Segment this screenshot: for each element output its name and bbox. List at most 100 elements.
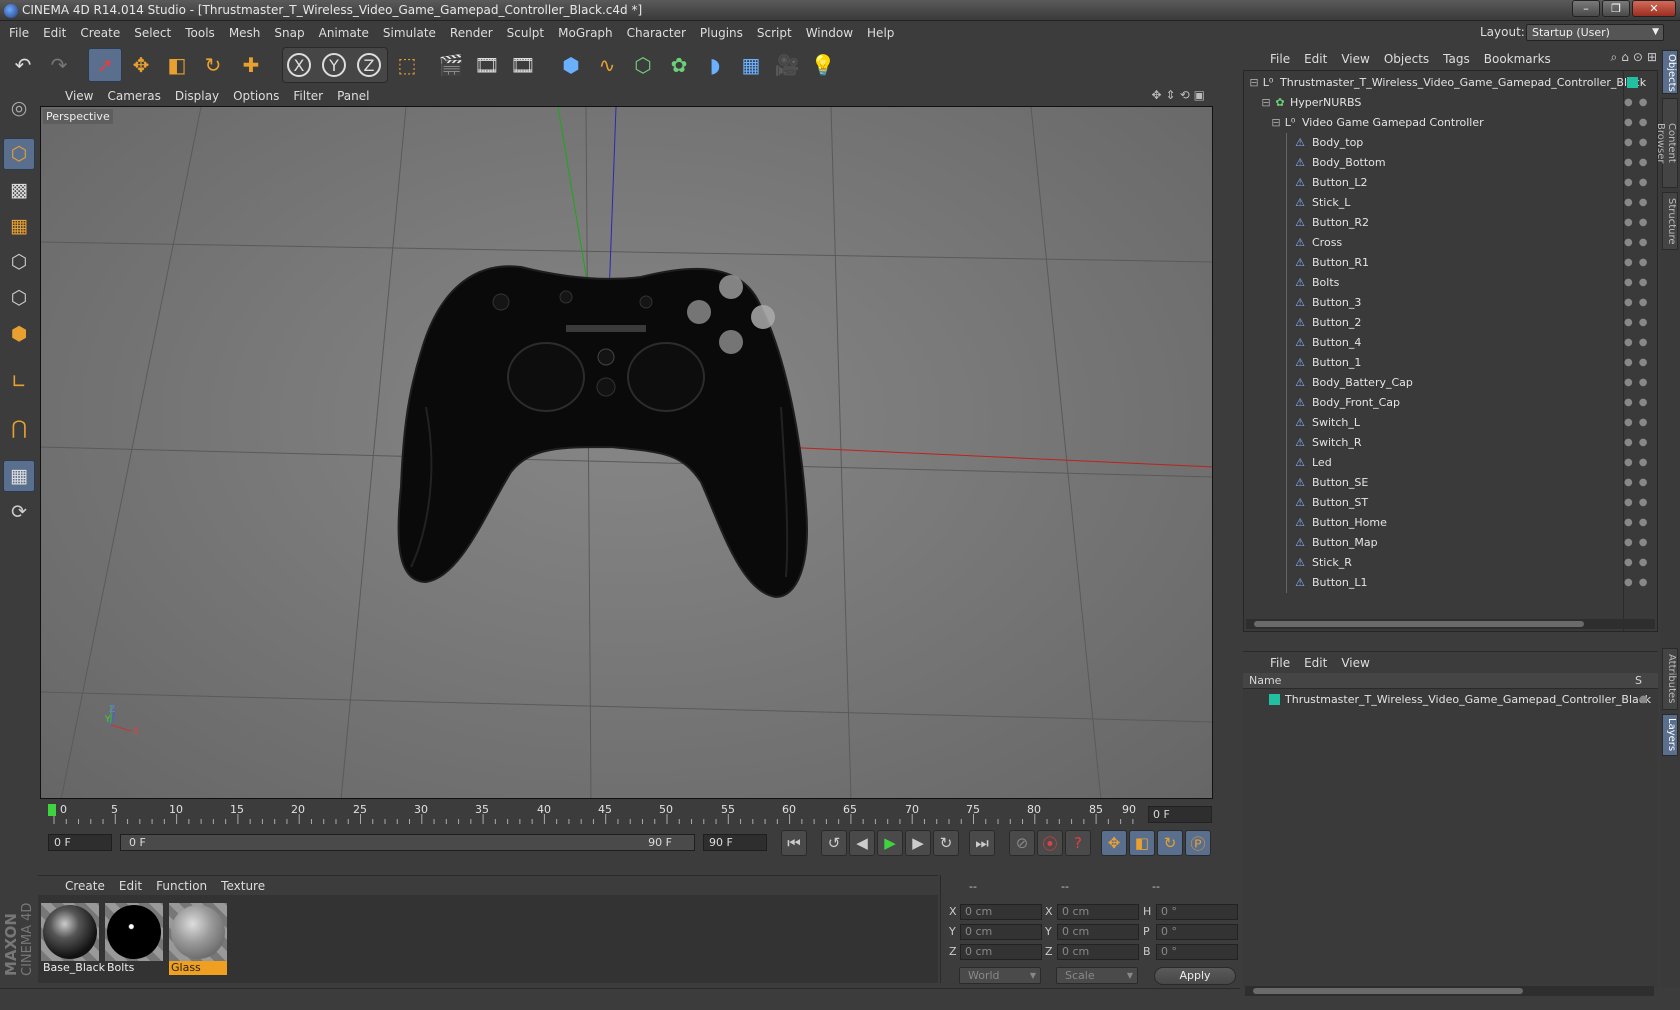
search-icon[interactable]: ⌕⌂⊙⊞ — [1611, 50, 1661, 65]
undo-icon[interactable]: ↶ — [6, 48, 40, 82]
end-frame-field[interactable]: 90 F — [703, 834, 767, 851]
apply-button[interactable]: Apply — [1154, 967, 1236, 985]
visibility-dots[interactable]: ●● — [1624, 173, 1653, 193]
coordinate-space-dropdown[interactable]: World ▼ — [959, 967, 1041, 984]
next-key-icon[interactable]: ↻ — [933, 830, 959, 856]
visibility-dots[interactable]: ●● — [1624, 573, 1653, 593]
visibility-dots[interactable]: ●● — [1624, 213, 1653, 233]
go-to-start-icon[interactable]: ⏮ — [781, 830, 807, 856]
visibility-dots[interactable]: ●● — [1624, 273, 1653, 293]
menu-sculpt[interactable]: Sculpt — [500, 22, 551, 44]
visibility-dots[interactable]: ●● — [1624, 133, 1653, 153]
y-axis-button[interactable]: Y — [317, 48, 351, 82]
tab-structure[interactable]: Structure — [1662, 192, 1678, 250]
visibility-dots[interactable]: ●● — [1624, 313, 1653, 333]
edges-mode-icon[interactable]: ⬡ — [3, 282, 35, 314]
scrollbar-thumb[interactable] — [1254, 621, 1584, 627]
go-to-end-icon[interactable]: ⏭ — [969, 830, 995, 856]
tree-row-object[interactable]: ⚠ Led ●● — [1244, 453, 1657, 473]
tree-row-object[interactable]: ⚠ Button_Map ●● — [1244, 533, 1657, 553]
collapse-icon[interactable]: ⊟ — [1248, 77, 1260, 89]
tree-row-object[interactable]: ⚠ Button_1 ●● — [1244, 353, 1657, 373]
objects-menu-objects[interactable]: Objects — [1377, 48, 1436, 70]
menu-edit[interactable]: Edit — [36, 22, 73, 44]
visibility-dots[interactable]: ●● — [1624, 453, 1653, 473]
viewport-menu-view[interactable]: View — [58, 86, 100, 106]
render-settings-icon[interactable]: 🎞 — [506, 48, 540, 82]
tree-row-object[interactable]: ⚠ Button_R2 ●● — [1244, 213, 1657, 233]
position-x-field[interactable]: 0 cm — [960, 904, 1042, 920]
z-axis-button[interactable]: Z — [352, 48, 386, 82]
menu-script[interactable]: Script — [750, 22, 799, 44]
menu-mograph[interactable]: MoGraph — [551, 22, 620, 44]
visibility-dots[interactable]: ●● — [1624, 253, 1653, 273]
close-button[interactable]: ✕ — [1632, 0, 1676, 17]
tab-content-browser[interactable]: Content Browser — [1655, 98, 1678, 188]
maximize-button[interactable]: ❐ — [1602, 0, 1630, 17]
render-picture-viewer-icon[interactable]: 🎞 — [470, 48, 504, 82]
size-mode-dropdown[interactable]: Scale ▼ — [1056, 967, 1138, 984]
scrollbar-thumb[interactable] — [1253, 988, 1523, 994]
key-parameter-icon[interactable]: Ⓟ — [1185, 830, 1211, 856]
layers-menu-view[interactable]: View — [1334, 652, 1376, 674]
viewport-menu-display[interactable]: Display — [168, 86, 226, 106]
layer-solo-dot[interactable]: ● — [1639, 690, 1648, 710]
start-frame-field[interactable]: 0 F — [48, 834, 112, 851]
visibility-dots[interactable]: ●● — [1624, 413, 1653, 433]
visibility-dots[interactable]: ●● — [1624, 473, 1653, 493]
points-mode-icon[interactable]: ⬡ — [3, 246, 35, 278]
visibility-dots[interactable]: ●● — [1624, 193, 1653, 213]
visibility-dots[interactable]: ●● — [1624, 333, 1653, 353]
objects-menu-edit[interactable]: Edit — [1297, 48, 1334, 70]
tree-row-object[interactable]: ⚠ Button_SE ●● — [1244, 473, 1657, 493]
visibility-dots[interactable]: ●● — [1624, 93, 1653, 113]
key-rotation-icon[interactable]: ↻ — [1157, 830, 1183, 856]
tree-row-object[interactable]: ⚠ Button_2 ●● — [1244, 313, 1657, 333]
menu-plugins[interactable]: Plugins — [693, 22, 750, 44]
collapse-icon[interactable]: ⊟ — [1270, 117, 1282, 129]
tree-row-object[interactable]: ⚠ Bolts ●● — [1244, 273, 1657, 293]
menu-help[interactable]: Help — [860, 22, 901, 44]
visibility-dots[interactable]: ●● — [1624, 153, 1653, 173]
tree-row-object[interactable]: ⚠ Button_4 ●● — [1244, 333, 1657, 353]
scale-icon[interactable]: ◧ — [160, 48, 194, 82]
coordinate-system-icon[interactable]: ⬚ — [390, 48, 424, 82]
rotate-icon[interactable]: ↻ — [196, 48, 230, 82]
live-selection-icon[interactable]: ➚ — [88, 48, 122, 82]
tree-row-object[interactable]: ⚠ Body_Battery_Cap ●● — [1244, 373, 1657, 393]
array-icon[interactable]: ✿ — [662, 48, 696, 82]
play-icon[interactable]: ▶ — [877, 830, 903, 856]
viewport-nav-icons[interactable]: ✥⇕⟲▣ — [1151, 88, 1209, 102]
material-base-black[interactable]: Base_Black — [41, 903, 105, 977]
workplane-lock-icon[interactable]: ▦ — [3, 460, 35, 492]
previous-frame-icon[interactable]: ◀ — [849, 830, 875, 856]
visibility-dots[interactable]: ●● — [1624, 113, 1653, 133]
spline-pen-icon[interactable]: ∿ — [590, 48, 624, 82]
keyframe-selection-icon[interactable]: ? — [1065, 830, 1091, 856]
move-icon[interactable]: ✥ — [124, 48, 158, 82]
axis-mode-icon[interactable]: ∟ — [3, 366, 35, 398]
visibility-dots[interactable]: ●● — [1624, 373, 1653, 393]
gamepad-model[interactable] — [397, 265, 808, 599]
size-y-field[interactable]: 0 cm — [1057, 924, 1139, 940]
tree-row-group[interactable]: ⊟ L⁰ Video Game Gamepad Controller ●● — [1244, 113, 1657, 133]
cube-object-icon[interactable]: ⬢ — [554, 48, 588, 82]
render-view-icon[interactable]: 🎬 — [434, 48, 468, 82]
objects-menu-file[interactable]: File — [1263, 48, 1297, 70]
objects-menu-view[interactable]: View — [1334, 48, 1376, 70]
tree-row-object[interactable]: ⚠ Cross ●● — [1244, 233, 1657, 253]
texture-mode-icon[interactable]: ▩ — [3, 174, 35, 206]
visibility-dots[interactable]: ●● — [1624, 553, 1653, 573]
tree-row-object[interactable]: ⚠ Button_R1 ●● — [1244, 253, 1657, 273]
position-y-field[interactable]: 0 cm — [960, 924, 1042, 940]
nurbs-icon[interactable]: ⬡ — [626, 48, 660, 82]
tree-row-object[interactable]: ⚠ Button_ST ●● — [1244, 493, 1657, 513]
tree-row-object[interactable]: ⚠ Body_Bottom ●● — [1244, 153, 1657, 173]
objects-menu-bookmarks[interactable]: Bookmarks — [1477, 48, 1558, 70]
layer-row[interactable]: Thrustmaster_T_Wireless_Video_Game_Gamep… — [1243, 690, 1656, 710]
key-position-icon[interactable]: ✥ — [1101, 830, 1127, 856]
tree-row-object[interactable]: ⚠ Button_L2 ●● — [1244, 173, 1657, 193]
tree-row-object[interactable]: ⚠ Stick_R ●● — [1244, 553, 1657, 573]
playhead-marker[interactable] — [48, 804, 56, 816]
visibility-dots[interactable]: ●● — [1624, 393, 1653, 413]
